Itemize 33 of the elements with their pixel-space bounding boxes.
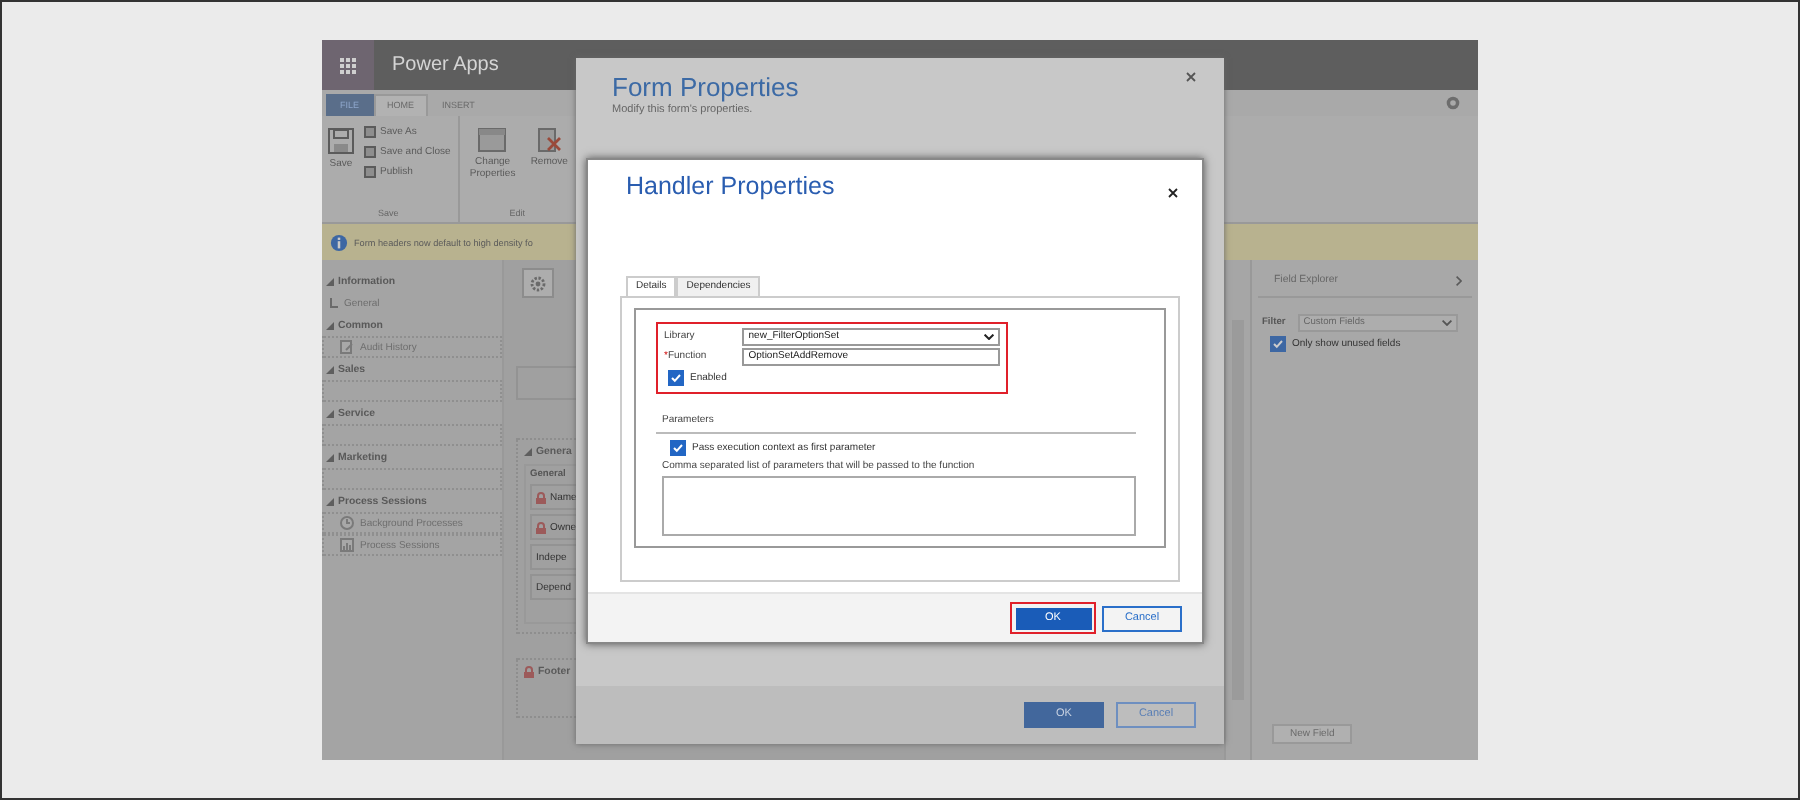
app-launcher-button[interactable] xyxy=(322,40,374,90)
gear-icon xyxy=(530,275,546,291)
collapse-icon xyxy=(326,365,334,373)
clock-icon xyxy=(340,516,354,530)
dialog-title: Handler Properties xyxy=(626,172,835,200)
form-icon xyxy=(478,128,507,152)
collapse-icon xyxy=(326,277,334,285)
collapse-icon xyxy=(326,497,334,505)
info-icon xyxy=(330,233,348,251)
grid-icon xyxy=(340,57,356,73)
chevron-right-icon[interactable] xyxy=(1456,275,1462,285)
parameters-field[interactable] xyxy=(662,476,1136,536)
checkbox[interactable] xyxy=(1270,336,1286,352)
chevron-down-icon xyxy=(984,333,994,339)
dialog-title: Form Properties xyxy=(612,72,799,102)
close-icon[interactable] xyxy=(1168,188,1178,198)
tree-line-icon xyxy=(330,298,338,308)
chevron-down-icon xyxy=(1441,320,1452,326)
checkbox[interactable] xyxy=(668,370,684,386)
collapse-icon xyxy=(326,453,334,461)
floppy-icon xyxy=(328,128,354,154)
checkbox[interactable] xyxy=(670,440,686,456)
collapse-icon xyxy=(524,448,532,456)
help-icon[interactable] xyxy=(1446,96,1460,110)
chart-icon xyxy=(340,538,354,552)
collapse-icon xyxy=(326,409,334,417)
document-icon xyxy=(340,340,354,354)
lock-icon xyxy=(524,666,534,678)
collapse-icon xyxy=(326,321,334,329)
remove-icon xyxy=(537,128,562,152)
app-title: Power Apps xyxy=(392,54,499,76)
scrollbar[interactable] xyxy=(1224,260,1250,760)
header-box[interactable] xyxy=(522,268,554,298)
